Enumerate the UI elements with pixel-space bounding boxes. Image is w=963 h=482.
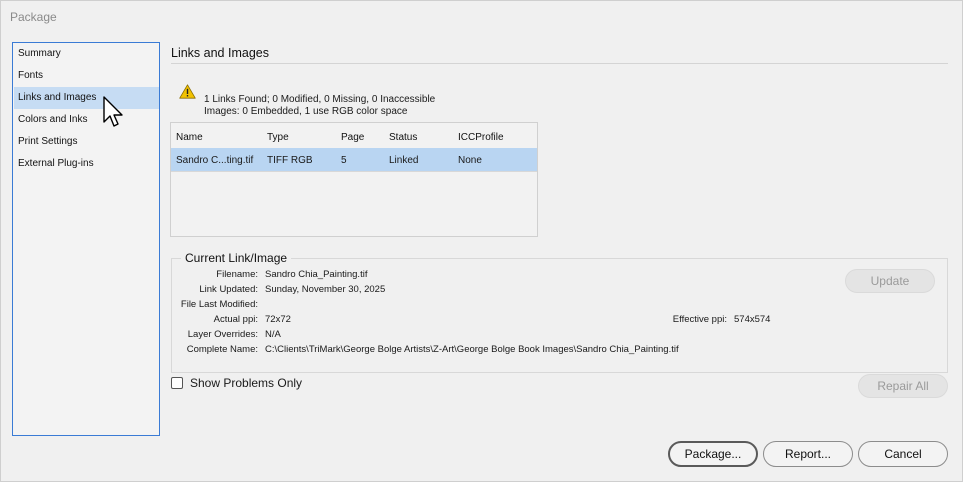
links-summary: 1 Links Found; 0 Modified, 0 Missing, 0 … [204,94,436,105]
warning-icon [179,84,196,99]
sidebar-item-links-and-images[interactable]: Links and Images [14,87,159,109]
filename-value: Sandro Chia_Painting.tif [265,269,368,280]
actual-ppi-value: 72x72 [265,314,291,325]
current-link-legend: Current Link/Image [181,251,292,265]
cell-type: TIFF RGB [267,155,313,166]
sidebar-item-colors-and-inks[interactable]: Colors and Inks [14,109,159,131]
effective-ppi-label: Effective ppi: [672,314,727,325]
title-bar[interactable]: Package [1,1,962,33]
sidebar-item-external-plug-ins[interactable]: External Plug-ins [14,153,159,175]
effective-ppi-value: 574x574 [734,314,771,325]
sidebar-item-label: Fonts [18,70,44,81]
sidebar-item-summary[interactable]: Summary [14,43,159,65]
link-updated-value: Sunday, November 30, 2025 [265,284,386,295]
row-divider [171,171,537,172]
report-button[interactable]: Report... [763,441,853,467]
images-summary: Images: 0 Embedded, 1 use RGB color spac… [204,106,408,117]
sidebar-item-label: External Plug-ins [18,158,94,169]
sidebar: Summary Fonts Links and Images Colors an… [12,42,160,436]
column-header-iccprofile[interactable]: ICCProfile [458,132,504,143]
cell-iccprofile: None [458,155,482,166]
section-divider [171,63,948,64]
cancel-button[interactable]: Cancel [858,441,948,467]
column-header-status[interactable]: Status [389,132,417,143]
column-header-name[interactable]: Name [176,132,203,143]
links-table[interactable]: Name Type Page Status ICCProfile Sandro … [170,122,538,237]
package-button[interactable]: Package... [668,441,758,467]
column-header-type[interactable]: Type [267,132,289,143]
update-button[interactable]: Update [845,269,935,293]
show-problems-checkbox[interactable] [171,377,183,389]
sidebar-item-label: Links and Images [18,92,97,103]
filename-label: Filename: [216,269,258,280]
sidebar-item-print-settings[interactable]: Print Settings [14,131,159,153]
cursor-pointer-icon [103,96,123,127]
cell-status: Linked [389,155,419,166]
show-problems-label[interactable]: Show Problems Only [190,376,302,390]
table-row[interactable]: Sandro C...ting.tif TIFF RGB 5 Linked No… [171,148,537,171]
sidebar-item-label: Print Settings [18,136,78,147]
column-header-page[interactable]: Page [341,132,364,143]
package-dialog: Package Summary Fonts Links and Images C… [0,0,963,482]
layer-overrides-label: Layer Overrides: [187,329,258,340]
actual-ppi-label: Actual ppi: [213,314,258,325]
cell-name: Sandro C...ting.tif [176,155,254,166]
link-updated-label: Link Updated: [199,284,258,295]
sidebar-item-label: Summary [18,48,61,59]
complete-name-label: Complete Name: [186,344,258,355]
sidebar-item-label: Colors and Inks [18,114,88,125]
sidebar-item-fonts[interactable]: Fonts [14,65,159,87]
file-last-modified-label: File Last Modified: [180,299,258,310]
window-title: Package [10,10,57,24]
complete-name-value: C:\Clients\TriMark\George Bolge Artists\… [265,344,679,355]
cell-page: 5 [341,155,347,166]
repair-all-button[interactable]: Repair All [858,374,948,398]
section-title: Links and Images [171,46,269,60]
layer-overrides-value: N/A [265,329,281,340]
